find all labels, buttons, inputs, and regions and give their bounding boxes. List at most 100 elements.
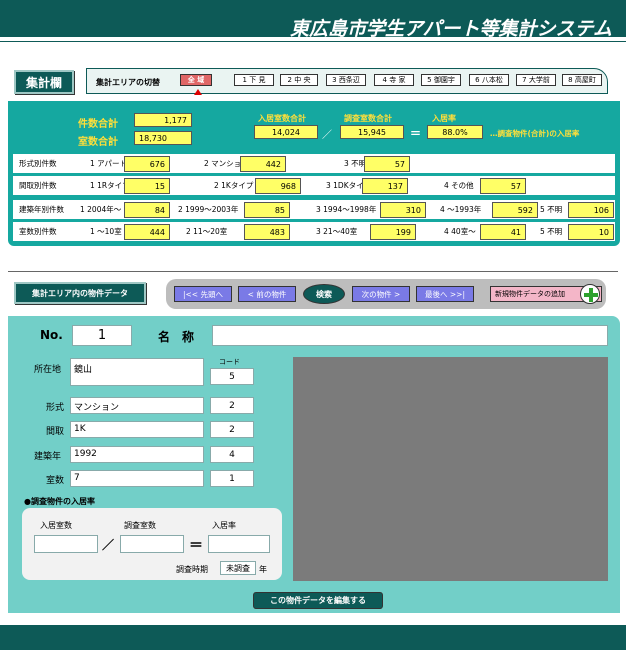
occ-survey-field[interactable] <box>120 535 184 553</box>
occ-rooms-field[interactable] <box>34 535 98 553</box>
total-rooms-label: 室数合計 <box>78 137 118 148</box>
last-record-button[interactable]: 最後へ >>| <box>416 286 474 302</box>
summary-item-label: 4 その他 <box>444 181 474 190</box>
header-divider <box>0 41 626 42</box>
summary-item-value: 57 <box>364 156 410 172</box>
summary-item-label: 3 1994～1998年 <box>316 205 377 214</box>
survey-period-unit: 年 <box>259 565 267 574</box>
occ-equals-symbol: ＝ <box>189 538 203 554</box>
summary-item-value: 199 <box>370 224 416 240</box>
rate-label: 入居率 <box>432 114 456 123</box>
year-label: 建築年 <box>34 452 62 462</box>
summary-item-value: 442 <box>240 156 286 172</box>
occ-rate-field[interactable] <box>208 535 270 553</box>
year-field[interactable]: 1992 <box>70 446 204 463</box>
rate-value: 88.0% <box>427 125 483 139</box>
area-button[interactable]: 3 西条辺 <box>326 74 366 86</box>
plus-icon[interactable] <box>580 284 600 304</box>
occ-survey-label: 調査室数 <box>124 521 156 530</box>
add-record-label: 新規物件データの追加 <box>495 290 565 298</box>
summary-row-label: 建築年別件数 <box>19 205 64 214</box>
prev-record-button[interactable]: < 前の物件 <box>238 286 296 302</box>
total-rooms-value: 18,730 <box>134 131 192 145</box>
summary-item-value: 310 <box>380 202 426 218</box>
summary-row: 形式別件数 1 アパート 676 2 マンション 442 3 不明 57 <box>13 154 615 173</box>
total-count-value: 1,177 <box>134 113 192 127</box>
summary-item-label: 2 1999～2003年 <box>178 205 239 214</box>
rooms-label: 室数 <box>46 476 65 486</box>
record-no-label: No. <box>40 328 63 342</box>
summary-row-label: 間取別件数 <box>19 181 57 190</box>
summary-item-value: 15 <box>124 178 170 194</box>
address-label: 所在地 <box>34 365 62 375</box>
summary-row: 建築年別件数 1 2004年～ 84 2 1999～2003年 85 3 1994～199… <box>13 200 615 219</box>
layout-field[interactable]: 1K <box>70 421 204 438</box>
summary-item-label: 1 アパート <box>90 159 128 168</box>
survey-period-label: 調査時期 <box>176 565 208 574</box>
summary-item-value: 85 <box>244 202 290 218</box>
area-button[interactable]: 4 寺 家 <box>374 74 414 86</box>
summary-item-value: 57 <box>480 178 526 194</box>
summary-item-label: 1 2004年～ <box>80 205 122 214</box>
next-record-button[interactable]: 次の物件 > <box>352 286 410 302</box>
area-button[interactable]: 全 域 <box>180 74 212 86</box>
record-no-field[interactable]: 1 <box>72 325 132 346</box>
summary-item-value: 84 <box>124 202 170 218</box>
summary-item-label: 4 40室～ <box>444 227 476 236</box>
rooms-field[interactable]: 7 <box>70 470 204 487</box>
surveyed-total-label: 調査室数合計 <box>344 114 392 123</box>
footer-bar <box>0 625 626 650</box>
layout-code-field[interactable]: 2 <box>210 421 254 438</box>
first-record-button[interactable]: |<< 先頭へ <box>174 286 232 302</box>
area-button[interactable]: 6 八本松 <box>469 74 509 86</box>
summary-item-label: 5 不明 <box>540 205 563 214</box>
property-image <box>293 357 608 581</box>
area-button[interactable]: 5 御園宇 <box>421 74 461 86</box>
summary-item-value: 106 <box>568 202 614 218</box>
address-field[interactable]: 鏡山 <box>70 358 204 386</box>
type-field[interactable]: マンション <box>70 397 204 414</box>
summary-item-label: 5 不明 <box>540 227 563 236</box>
record-name-label: 名 称 <box>158 330 195 344</box>
edit-record-button[interactable]: この物件データを編集する <box>253 592 383 609</box>
area-button[interactable]: 7 大学前 <box>516 74 556 86</box>
code-field[interactable]: 5 <box>210 368 254 385</box>
area-button[interactable]: 8 高屋町 <box>562 74 602 86</box>
summary-row-label: 室数別件数 <box>19 227 57 236</box>
summary-item-label: 1 ～10室 <box>90 227 122 236</box>
type-code-field[interactable]: 2 <box>210 397 254 414</box>
summary-row: 間取別件数 1 1Rタイプ 15 2 1Kタイプ 968 3 1DKタイプ 137 4 その他… <box>13 176 615 195</box>
summary-row-label: 形式別件数 <box>19 159 57 168</box>
search-button[interactable]: 検索 <box>303 284 345 304</box>
slash-symbol: ／ <box>322 130 332 141</box>
selected-area-marker-icon <box>194 89 202 95</box>
summary-item-label: 4 ～1993年 <box>440 205 482 214</box>
layout-label: 間取 <box>46 427 65 437</box>
occupancy-heading: ●調査物件の入居率 <box>24 497 95 506</box>
summary-item-label: 2 11～20室 <box>186 227 228 236</box>
type-label: 形式 <box>46 403 65 413</box>
app-title: 東広島市学生アパート等集計システム <box>289 18 612 40</box>
summary-row: 室数別件数 1 ～10室 444 2 11～20室 483 3 21～40室 199 4 40… <box>13 222 615 241</box>
property-section-label: 集計エリア内の物件データ <box>14 282 146 304</box>
summary-item-value: 444 <box>124 224 170 240</box>
record-name-field[interactable] <box>212 325 608 346</box>
rooms-code-field[interactable]: 1 <box>210 470 254 487</box>
occ-rooms-label: 入居室数 <box>40 521 72 530</box>
equals-symbol: ＝ <box>410 127 421 140</box>
survey-period-field[interactable]: 未調査 <box>220 561 256 575</box>
summary-section-label: 集計欄 <box>14 70 74 94</box>
occupied-total-label: 入居室数合計 <box>258 114 306 123</box>
year-code-field[interactable]: 4 <box>210 446 254 463</box>
summary-item-label: 2 1Kタイプ <box>214 181 254 190</box>
area-button[interactable]: 2 中 央 <box>280 74 318 86</box>
summary-item-label: 3 21～40室 <box>316 227 358 236</box>
occ-rate-label: 入居率 <box>212 521 236 530</box>
rate-note: …調査物件(合計)の入居率 <box>490 129 580 138</box>
total-count-label: 件数合計 <box>78 119 118 130</box>
summary-item-value: 592 <box>492 202 538 218</box>
summary-item-value: 10 <box>568 224 614 240</box>
summary-item-value: 41 <box>480 224 526 240</box>
summary-item-value: 968 <box>255 178 301 194</box>
area-button[interactable]: 1 下 見 <box>234 74 274 86</box>
